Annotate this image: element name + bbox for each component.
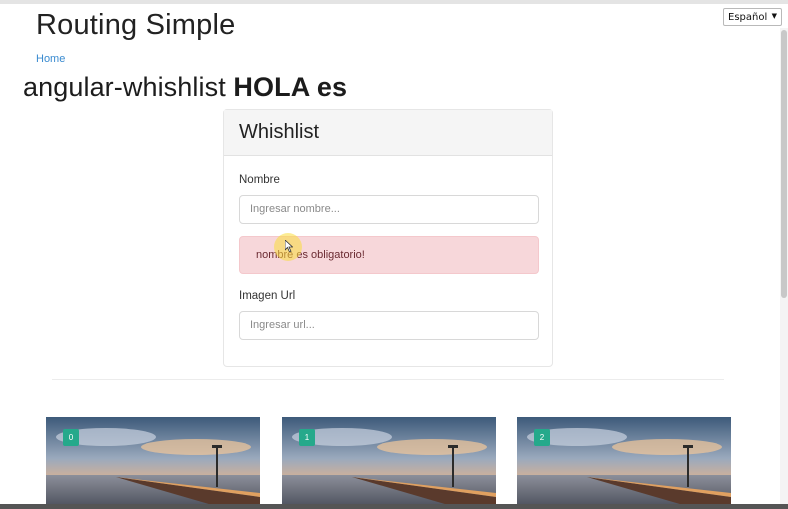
imagen-url-input-placeholder: Ingresar url...: [250, 319, 315, 331]
nombre-input[interactable]: Ingresar nombre...: [239, 195, 539, 224]
whishlist-form-card: Whishlist Nombre Ingresar nombre... nomb…: [223, 109, 553, 367]
destination-card-0[interactable]: 0: [46, 417, 260, 509]
language-select-value: Español: [728, 11, 768, 23]
chevron-down-icon: ▼: [771, 12, 777, 20]
nombre-input-placeholder: Ingresar nombre...: [250, 203, 340, 215]
window-bottom-border: [0, 504, 788, 509]
error-message: nombre es obligatorio!: [256, 249, 365, 261]
mouse-pointer-icon: [285, 240, 293, 252]
nombre-label: Nombre: [239, 174, 280, 186]
heading-greeting: HOLA es: [233, 72, 348, 102]
scrollbar-thumb[interactable]: [781, 30, 787, 298]
destination-badge: 1: [299, 429, 315, 446]
section-divider: [52, 379, 724, 380]
card-header: Whishlist: [224, 110, 552, 156]
destination-badge: 2: [534, 429, 550, 446]
heading-app-name: angular-whishlist: [23, 72, 226, 102]
imagen-url-input[interactable]: Ingresar url...: [239, 311, 539, 340]
language-select[interactable]: Español ▼: [723, 8, 782, 26]
page-heading: angular-whishlist HOLA es: [23, 72, 347, 103]
destination-card-1[interactable]: 1: [282, 417, 496, 509]
destination-card-2[interactable]: 2: [517, 417, 731, 509]
window-top-border: [0, 0, 788, 4]
app-title: Routing Simple: [36, 9, 236, 41]
breadcrumb-home-link[interactable]: Home: [36, 53, 65, 65]
imagen-url-label: Imagen Url: [239, 290, 296, 302]
destination-badge: 0: [63, 429, 79, 446]
